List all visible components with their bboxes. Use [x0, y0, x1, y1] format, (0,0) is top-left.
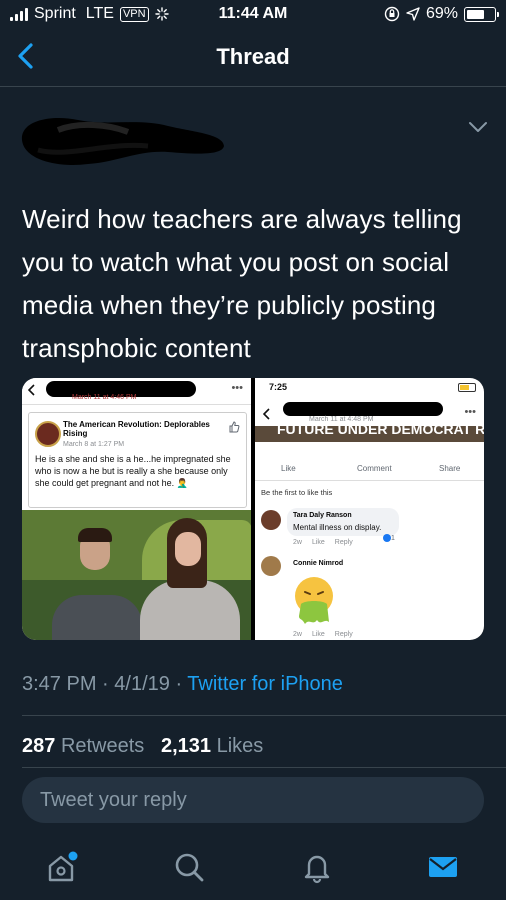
comment-like-2[interactable]: Like — [312, 631, 325, 638]
fb-share-button[interactable]: Share — [439, 464, 460, 473]
comment-age-1: 2w — [293, 539, 302, 546]
more-options-chevron-icon[interactable] — [468, 120, 488, 134]
divider-2 — [22, 767, 506, 768]
reply-placeholder: Tweet your reply — [40, 789, 187, 811]
status-right: 69% — [384, 5, 499, 23]
person-right-body — [140, 580, 240, 640]
tweet-media[interactable]: March 11 at 4:46 PM ••• The American Rev… — [22, 378, 484, 640]
redaction-bar-right — [283, 402, 443, 416]
comment-bubble-1: Tara Daly Ranson Mental illness on displ… — [287, 508, 399, 536]
retweets-label: Retweets — [60, 735, 145, 757]
post-text: He is a she and she is a he...he impregn… — [35, 454, 231, 488]
tweet-source-link[interactable]: Twitter for iPhone — [187, 673, 343, 695]
rotation-lock-icon — [384, 6, 400, 22]
tweet-date: 4/1/19 — [114, 673, 170, 695]
tweet-meta: 3:47 PM · 4/1/19 · Twitter for iPhone — [22, 673, 343, 695]
reaction-count-value: 1 — [391, 534, 395, 542]
page-title: Thread — [216, 44, 290, 69]
comment-reply-1[interactable]: Reply — [335, 539, 353, 546]
likes-label: Likes — [216, 735, 264, 757]
fb-comment-button[interactable]: Comment — [357, 464, 392, 473]
meme-banner: FUTURE UNDER DEMOCRAT RULE — [255, 426, 484, 442]
person-left-body — [52, 595, 142, 640]
notification-dot — [68, 851, 78, 861]
tab-bar — [0, 840, 506, 900]
comment-reply-2[interactable]: Reply — [335, 631, 353, 638]
comment-meta-2: 2w Like Reply — [293, 631, 353, 638]
home-icon[interactable] — [44, 850, 78, 884]
fb-back-icon-right — [263, 408, 270, 420]
status-bar: Sprint LTE VPN 11:44 AM 69% — [0, 0, 506, 28]
comment-meta-1: 2w Like Reply — [293, 539, 353, 546]
likes-stat[interactable]: 2,131 Likes — [161, 735, 263, 757]
commenter-name-2: Connie Nimrod — [293, 560, 344, 567]
post-date: March 8 at 1:27 PM — [63, 441, 125, 448]
location-arrow-icon — [406, 7, 420, 21]
media-image-left[interactable]: March 11 at 4:46 PM ••• The American Rev… — [22, 378, 251, 640]
redacted-author — [21, 118, 224, 165]
commenter-name-1: Tara Daly Ranson — [293, 512, 352, 519]
like-reaction-icon — [383, 534, 391, 542]
retweets-count: 287 — [22, 735, 56, 757]
fb-back-icon — [28, 384, 35, 396]
meme-banner-text: FUTURE UNDER DEMOCRAT RULE — [277, 426, 484, 437]
page-avatar — [35, 421, 61, 447]
comment-like-1[interactable]: Like — [312, 539, 325, 546]
tweet-text: Weird how teachers are always telling yo… — [22, 204, 462, 363]
commenter-avatar-1 — [261, 510, 281, 530]
reply-input[interactable]: Tweet your reply — [22, 777, 484, 823]
tweet-time: 3:47 PM — [22, 673, 97, 695]
media-image-right[interactable]: 7:25 March 11 at 4:48 PM ••• FUTURE UNDE… — [255, 378, 484, 640]
fb-like-button[interactable]: Like — [281, 464, 296, 473]
fb-battery-icon — [458, 383, 476, 392]
engagement-counts: 287 Retweets 2,131 Likes — [22, 735, 263, 758]
person-right-face — [175, 532, 201, 566]
commenter-avatar-2 — [261, 556, 281, 576]
divider-1 — [22, 715, 506, 716]
notifications-icon[interactable] — [300, 850, 334, 884]
likes-count: 2,131 — [160, 735, 212, 757]
thumbs-up-icon — [229, 421, 240, 433]
battery-percent: 69% — [425, 5, 458, 22]
reaction-count-1: 1 — [383, 534, 395, 542]
battery-icon — [464, 6, 499, 22]
shared-post: The American Revolution: Deplorables Ris… — [28, 412, 247, 508]
fb-header-date-left: March 11 at 4:46 PM — [72, 394, 137, 401]
fb-header-date-right: March 11 at 4:48 PM — [309, 416, 374, 423]
comment-text-1: Mental illness on display. — [293, 523, 382, 532]
search-icon[interactable] — [172, 850, 206, 884]
fb-time: 7:25 — [269, 382, 288, 392]
fb-more-icon-right: ••• — [464, 406, 476, 418]
nauseated-sticker-icon — [295, 577, 333, 624]
nav-header: Thread — [0, 28, 506, 87]
fb-action-row: Like Comment Share — [255, 460, 484, 481]
messages-icon[interactable] — [426, 850, 460, 884]
first-like-text: Be the first to like this — [261, 488, 333, 497]
fb-more-icon-left: ••• — [231, 382, 243, 394]
comment-age-2: 2w — [293, 631, 302, 638]
post-photo — [22, 510, 251, 640]
page-name: The American Revolution: Deplorables Ris… — [63, 420, 210, 438]
retweets-stat[interactable]: 287 Retweets — [22, 735, 144, 757]
fb-header-left: March 11 at 4:46 PM ••• — [22, 378, 251, 405]
